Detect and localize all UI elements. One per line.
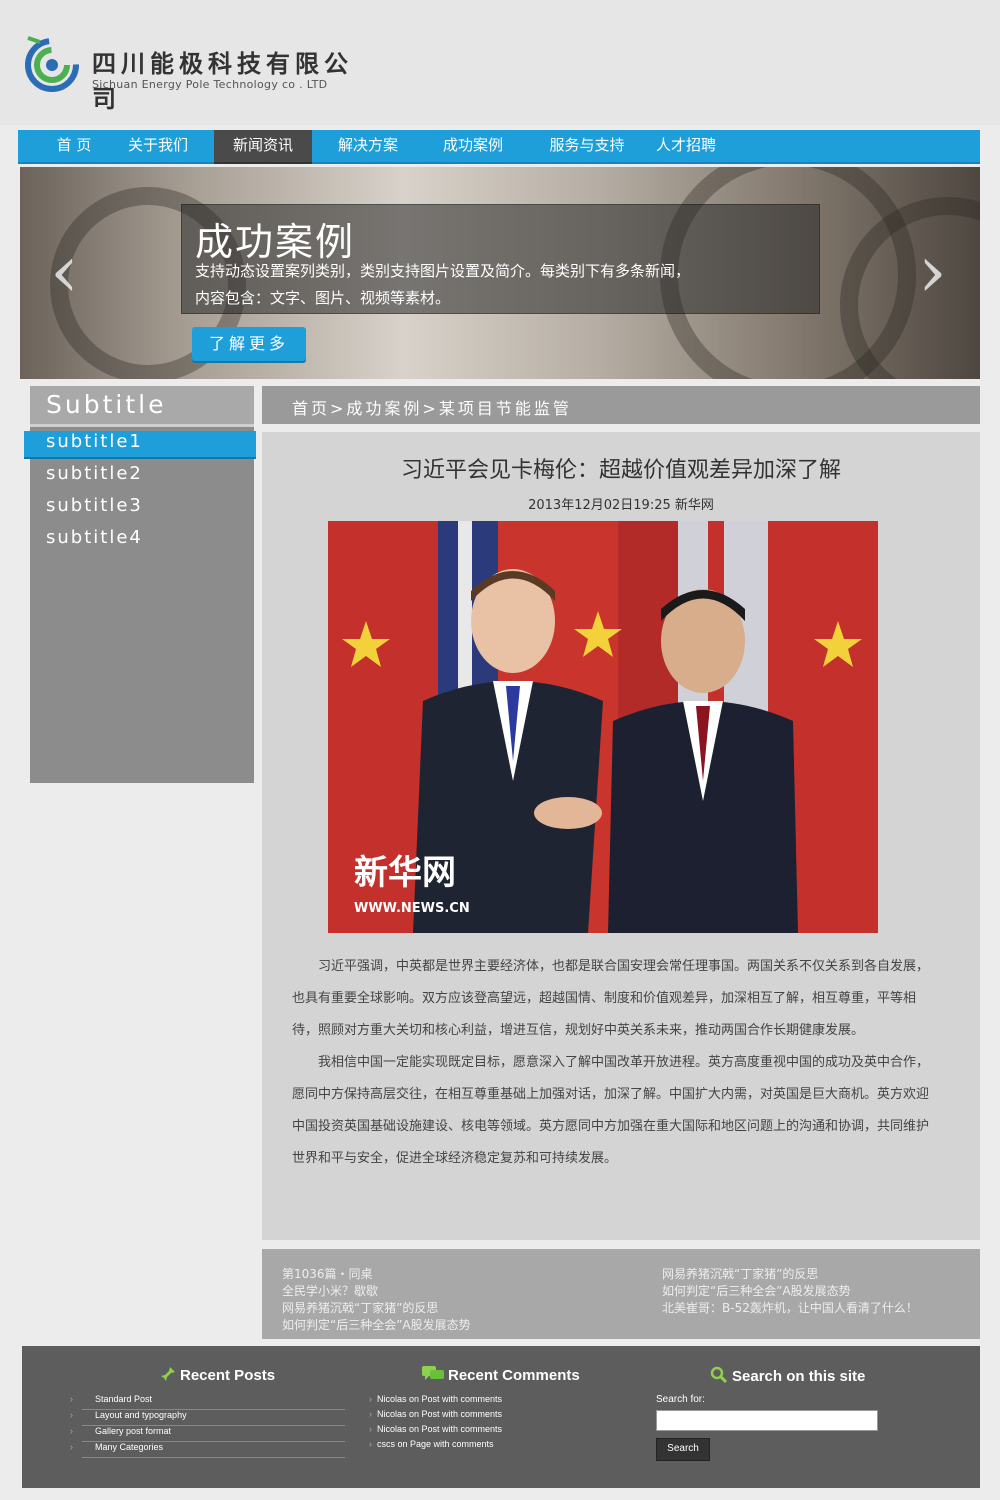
company-logo[interactable]: 四川能极科技有限公司 Sichuan Energy Pole Technolog…	[22, 32, 372, 113]
recent-post-item[interactable]: › Many Categories	[70, 1442, 345, 1458]
sidebar-header: Subtitle	[30, 386, 254, 427]
recent-comments-title: Recent Comments	[448, 1366, 580, 1384]
search-button[interactable]: Search	[656, 1438, 710, 1461]
bullet-icon: ›	[369, 1439, 372, 1449]
recent-comments-heading: Recent Comments	[422, 1366, 580, 1386]
recent-comment-label: Nicolas on Post with comments	[377, 1424, 503, 1434]
article-paragraph: 我相信中国一定能实现既定目标，愿意深入了解中国改革开放进程。英方高度重视中国的成…	[292, 1055, 930, 1166]
related-link[interactable]: 如何判定“后三种全会”A股发展态势	[662, 1282, 851, 1299]
article: 习近平会见卡梅伦：超越价值观差异加深了解 2013年12月02日19:25 新华…	[262, 432, 980, 1240]
recent-comment-item[interactable]: › cscs on Page with comments	[369, 1439, 494, 1449]
related-links: 第1036篇・同桌 全民学小米？歇歇 网易养猪沉戟“丁家猪”的反思 如何判定“后…	[262, 1249, 980, 1339]
recent-comment-item[interactable]: › Nicolas on Post with comments	[369, 1409, 502, 1419]
related-link[interactable]: 北美崔哥：B-52轰炸机，让中国人看清了什么！	[662, 1299, 918, 1316]
site-footer: Recent Posts › Standard Post › Layout and …	[22, 1346, 980, 1488]
recent-post-label: Standard Post	[95, 1394, 153, 1404]
sidebar-item-subtitle3[interactable]: subtitle3	[46, 495, 143, 521]
recent-post-label: Many Categories	[95, 1442, 164, 1452]
recent-posts-heading: Recent Posts	[160, 1366, 275, 1386]
banner-prev-icon[interactable]: ‹	[50, 229, 79, 313]
photo-watermark-cn: 新华网	[354, 853, 456, 893]
banner-desc-line: 支持动态设置案列类别，类别支持图片设置及简介。每类别下有多条新闻，	[195, 262, 691, 280]
related-link[interactable]: 网易养猪沉戟“丁家猪”的反思	[282, 1299, 438, 1316]
sidebar-item-subtitle2[interactable]: subtitle2	[46, 463, 143, 489]
article-meta: 2013年12月02日19:25 新华网	[528, 498, 714, 513]
photo-watermark-en: WWW.NEWS.CN	[354, 901, 470, 916]
nav-item-about[interactable]: 关于我们	[118, 130, 198, 162]
main-nav: 首 页 关于我们 新闻资讯 解决方案 成功案例 服务与支持 人才招聘	[18, 130, 980, 164]
breadcrumb-bar: 首页>成功案例>某项目节能监管	[262, 386, 980, 424]
sidebar-item-subtitle1[interactable]: subtitle1	[46, 431, 143, 457]
nav-item-careers[interactable]: 人才招聘	[646, 130, 726, 162]
recent-comment-label: Nicolas on Post with comments	[377, 1409, 503, 1419]
recent-posts-title: Recent Posts	[180, 1366, 276, 1384]
search-title: Search on this site	[732, 1367, 866, 1385]
article-title: 习近平会见卡梅伦：超越价值观差异加深了解	[400, 458, 841, 483]
article-body: 习近平强调，中英都是世界主要经济体，也都是联合国安理会常任理事国。两国关系不仅关…	[292, 951, 936, 1175]
related-link[interactable]: 如何判定“后三种全会”A股发展态势	[282, 1316, 471, 1333]
bullet-icon: ›	[70, 1394, 73, 1404]
comment-bubbles-icon	[422, 1366, 444, 1386]
bullet-icon: ›	[70, 1426, 73, 1436]
related-link[interactable]: 网易养猪沉戟“丁家猪”的反思	[662, 1265, 818, 1282]
sidebar: Subtitle subtitle1 subtitle2 subtitle3 s…	[24, 386, 256, 783]
search-label: Search for:	[656, 1394, 705, 1405]
recent-post-label: Gallery post format	[95, 1426, 172, 1436]
article-photo-illustration: 新华网 WWW.NEWS.CN	[328, 521, 878, 933]
bullet-icon: ›	[369, 1424, 372, 1434]
recent-comment-label: Nicolas on Post with comments	[377, 1394, 503, 1404]
nav-item-solutions[interactable]: 解决方案	[328, 130, 408, 162]
banner-caption: 成功案例 支持动态设置案列类别，类别支持图片设置及简介。每类别下有多条新闻， 内…	[181, 204, 820, 314]
bullet-icon: ›	[369, 1394, 372, 1404]
banner-desc-line: 内容包含：文字、图片、视频等素材。	[195, 289, 451, 307]
article-photo: 新华网 WWW.NEWS.CN	[328, 521, 878, 933]
search-icon	[710, 1366, 728, 1388]
breadcrumb[interactable]: 首页>成功案例>某项目节能监管	[292, 395, 572, 419]
site-header: 四川能极科技有限公司 Sichuan Energy Pole Technolog…	[0, 0, 1000, 125]
nav-item-news[interactable]: 新闻资讯	[214, 130, 312, 164]
hero-banner: ‹ › 成功案例 支持动态设置案列类别，类别支持图片设置及简介。每类别下有多条新…	[20, 167, 980, 379]
nav-item-support[interactable]: 服务与支持	[538, 130, 636, 162]
bullet-icon: ›	[70, 1410, 73, 1420]
banner-description: 支持动态设置案列类别，类别支持图片设置及简介。每类别下有多条新闻， 内容包含：文…	[195, 258, 795, 312]
recent-comment-item[interactable]: › Nicolas on Post with comments	[369, 1424, 502, 1434]
recent-comment-label: cscs on Page with comments	[377, 1439, 494, 1449]
related-link[interactable]: 全民学小米？歇歇	[282, 1282, 378, 1299]
banner-next-icon[interactable]: ›	[918, 229, 947, 313]
learn-more-button[interactable]: 了解更多	[192, 327, 306, 361]
recent-post-item[interactable]: › Gallery post format	[70, 1426, 345, 1442]
article-paragraph: 习近平强调，中英都是世界主要经济体，也都是联合国安理会常任理事国。两国关系不仅关…	[292, 959, 930, 1038]
search-heading: Search on this site	[710, 1366, 865, 1388]
search-input[interactable]	[656, 1410, 878, 1431]
related-link[interactable]: 第1036篇・同桌	[282, 1265, 373, 1282]
company-name-en: Sichuan Energy Pole Technology co . LTD	[92, 78, 328, 91]
nav-item-cases[interactable]: 成功案例	[433, 130, 513, 162]
sidebar-item-subtitle4[interactable]: subtitle4	[46, 527, 143, 553]
recent-post-item[interactable]: › Standard Post	[70, 1394, 345, 1410]
recent-post-item[interactable]: › Layout and typography	[70, 1410, 345, 1426]
logo-swirl-icon	[25, 36, 79, 92]
sidebar-title: Subtitle	[46, 390, 167, 419]
bullet-icon: ›	[369, 1409, 372, 1419]
recent-comment-item[interactable]: › Nicolas on Post with comments	[369, 1394, 502, 1404]
pin-icon	[160, 1366, 176, 1386]
bullet-icon: ›	[70, 1442, 73, 1452]
nav-item-home[interactable]: 首 页	[38, 130, 110, 162]
recent-post-label: Layout and typography	[95, 1410, 187, 1420]
